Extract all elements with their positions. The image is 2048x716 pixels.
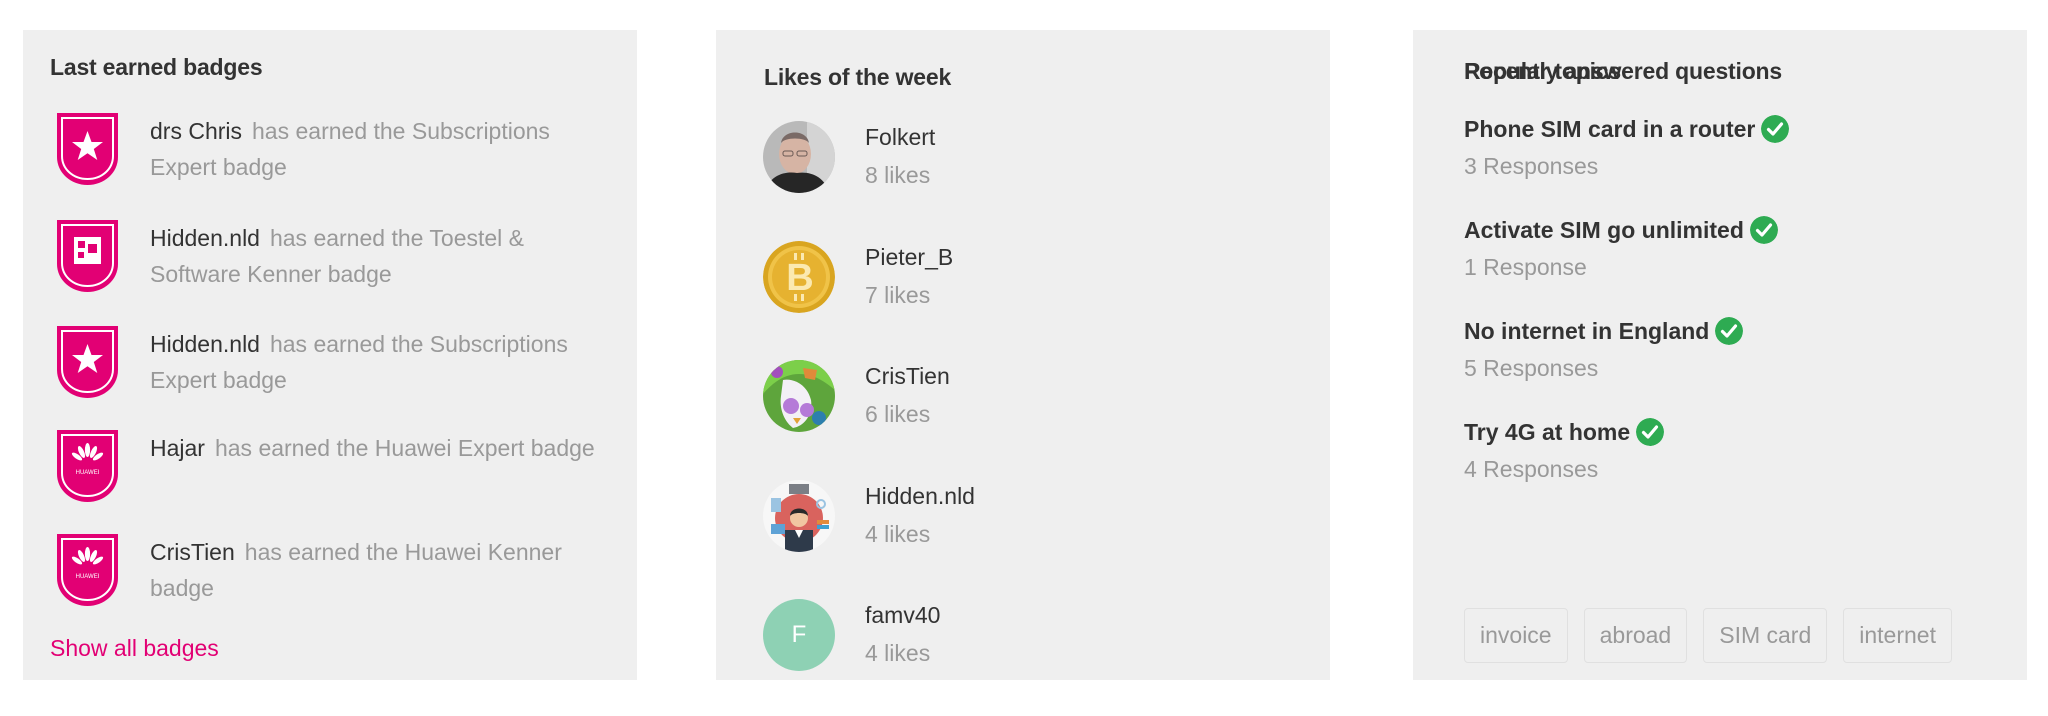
badge-item[interactable]: Hidden.nld has earned the Toestel & Softw…	[57, 220, 617, 310]
badge-item[interactable]: HUAWEI Hajar has earned the Huawei Expert…	[57, 430, 617, 520]
like-count: 8 likes	[865, 162, 931, 188]
question-title[interactable]: Phone SIM card in a router	[1464, 116, 1755, 143]
question-title[interactable]: Try 4G at home	[1464, 419, 1630, 446]
like-user-name[interactable]: Hidden.nld	[865, 483, 975, 510]
topic-tag-invoice[interactable]: invoice	[1464, 608, 1568, 663]
like-item[interactable]: CrisTien 6 likes	[763, 360, 1283, 434]
popular-topics-list: invoice abroad SIM card internet	[1464, 608, 1952, 663]
response-count: 4 Responses	[1464, 456, 1599, 482]
badge-user-link[interactable]: Hajar	[150, 435, 205, 461]
like-user-name[interactable]: CrisTien	[865, 363, 950, 390]
photo-avatar[interactable]	[763, 121, 835, 193]
topic-tag-internet[interactable]: internet	[1843, 608, 1952, 663]
show-all-badges-link[interactable]: Show all badges	[50, 635, 219, 662]
badge-item[interactable]: Hidden.nld has earned the Subscriptions E…	[57, 326, 617, 416]
office-worker-avatar[interactable]	[763, 480, 835, 552]
bitcoin-avatar[interactable]: B	[763, 241, 835, 313]
like-user-name[interactable]: famv40	[865, 602, 940, 629]
badge-user-link[interactable]: Hidden.nld	[150, 225, 260, 251]
last-earned-badges-panel: Last earned badges drs Chris has earned t…	[23, 30, 637, 680]
like-count: 7 likes	[865, 282, 931, 308]
like-user-name[interactable]: Pieter_B	[865, 244, 953, 271]
like-item[interactable]: F famv40 4 likes	[763, 599, 1283, 673]
badge-item[interactable]: HUAWEI CrisTien has earned the Huawei Ken…	[57, 534, 617, 624]
like-count: 6 likes	[865, 401, 931, 427]
badge-description: has earned the Huawei Expert badge	[214, 435, 595, 461]
question-title[interactable]: No internet in England	[1464, 318, 1709, 345]
badge-text: Hidden.nld has earned the Subscriptions E…	[150, 326, 600, 398]
badge-item[interactable]: drs Chris has earned the Subscriptions Ex…	[57, 113, 617, 203]
huawei-shield-icon: HUAWEI	[57, 430, 118, 502]
svg-text:HUAWEI: HUAWEI	[76, 470, 100, 476]
panel-title: Likes of the week	[764, 64, 952, 90]
svg-text:B: B	[786, 257, 813, 299]
recently-answered-questions-panel: Recently answered questions Phone SIM ca…	[1413, 30, 2027, 680]
svg-text:HUAWEI: HUAWEI	[76, 574, 100, 580]
response-count: 5 Responses	[1464, 355, 1599, 381]
question-item[interactable]: Phone SIM card in a router 3 Responses	[1464, 115, 2004, 195]
star-shield-icon	[57, 113, 118, 185]
badge-text: CrisTien has earned the Huawei Kenner bad…	[150, 534, 600, 606]
question-title-link[interactable]: Try 4G at home	[1464, 418, 1665, 446]
like-user-name[interactable]: Folkert	[865, 124, 935, 151]
panel-title: Last earned badges	[50, 54, 263, 80]
like-item[interactable]: Folkert 8 likes	[763, 121, 1283, 195]
badge-user-link[interactable]: drs Chris	[150, 118, 242, 144]
like-count: 4 likes	[865, 521, 931, 547]
star-shield-icon	[57, 326, 118, 398]
solved-check-icon	[1636, 418, 1665, 446]
solved-check-icon	[1715, 317, 1744, 345]
badge-text: drs Chris has earned the Subscriptions Ex…	[150, 113, 600, 185]
topic-tag-abroad[interactable]: abroad	[1583, 608, 1688, 663]
like-item[interactable]: B Pieter_B 7 likes	[763, 241, 1283, 315]
huawei-shield-icon: HUAWEI	[57, 534, 118, 606]
badge-user-link[interactable]: Hidden.nld	[150, 331, 260, 357]
solved-check-icon	[1749, 216, 1778, 244]
popular-topics-title: Popular topics	[1464, 58, 1621, 84]
badge-text: Hidden.nld has earned the Toestel & Softw…	[150, 220, 600, 292]
question-title-link[interactable]: Activate SIM go unlimited	[1464, 216, 1778, 244]
like-count: 4 likes	[865, 640, 931, 666]
solved-check-icon	[1761, 115, 1790, 143]
badge-user-link[interactable]: CrisTien	[150, 539, 235, 565]
likes-of-the-week-panel: Likes of the week Folkert 8 likes B Piet…	[716, 30, 1330, 680]
response-count: 1 Response	[1464, 254, 1587, 280]
badge-text: Hajar has earned the Huawei Expert badge	[150, 430, 600, 466]
question-title-link[interactable]: Phone SIM card in a router	[1464, 115, 1790, 143]
question-item[interactable]: No internet in England 5 Responses	[1464, 317, 2004, 397]
illustration-avatar[interactable]	[763, 360, 835, 432]
topic-tag-sim-card[interactable]: SIM card	[1703, 608, 1828, 663]
puzzle-shield-icon	[57, 220, 118, 292]
like-item[interactable]: Hidden.nld 4 likes	[763, 480, 1283, 554]
question-title-link[interactable]: No internet in England	[1464, 317, 1744, 345]
question-item[interactable]: Activate SIM go unlimited 1 Response	[1464, 216, 2004, 296]
letter-avatar[interactable]: F	[763, 599, 835, 671]
question-title[interactable]: Activate SIM go unlimited	[1464, 217, 1744, 244]
response-count: 3 Responses	[1464, 153, 1599, 179]
question-item[interactable]: Try 4G at home 4 Responses	[1464, 418, 2004, 498]
